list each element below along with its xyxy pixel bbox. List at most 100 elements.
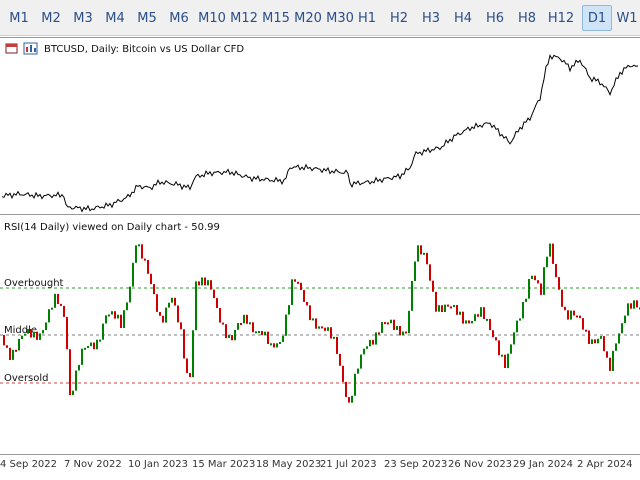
- rsi-bar: [195, 281, 197, 331]
- timeframe-w1-button[interactable]: W1: [614, 5, 640, 31]
- rsi-bar: [153, 284, 155, 295]
- rsi-chart-svg: RSI(14 Daily) viewed on Daily chart - 50…: [0, 222, 640, 403]
- rsi-bar: [276, 343, 278, 348]
- rsi-bar: [96, 339, 98, 350]
- rsi-bar: [441, 305, 443, 312]
- rsi-bar: [51, 307, 53, 310]
- rsi-bar: [252, 322, 254, 333]
- rsi-bar: [351, 395, 353, 403]
- rsi-bar: [384, 322, 386, 325]
- rsi-bar: [507, 353, 509, 369]
- rsi-bar: [63, 305, 65, 317]
- rsi-bar: [321, 326, 323, 329]
- rsi-bar: [597, 338, 599, 344]
- rsi-bar: [396, 326, 398, 330]
- rsi-bar: [492, 330, 494, 338]
- rsi-bar: [435, 291, 437, 312]
- rsi-bar: [21, 335, 23, 339]
- rsi-bar: [375, 332, 377, 345]
- rsi-bar: [255, 331, 257, 334]
- rsi-bar: [291, 279, 293, 305]
- rsi-bar: [474, 314, 476, 321]
- timeframe-m6-button[interactable]: M6: [164, 5, 194, 31]
- rsi-bar: [348, 397, 350, 403]
- rsi-bar: [177, 305, 179, 323]
- time-axis: 4 Sep 2022 7 Nov 2022 10 Jan 2023 15 Mar 20…: [0, 455, 640, 480]
- rsi-bar: [303, 290, 305, 302]
- rsi-bar: [462, 311, 464, 324]
- rsi-bar: [330, 327, 332, 339]
- date-label: 23 Sep 2023: [384, 459, 448, 470]
- rsi-bar: [366, 346, 368, 349]
- rsi-bar: [45, 322, 47, 331]
- timeframe-toolbar: M1 M2 M3 M4 M5 M6 M10 M12 M15 M20 M30 H1 H2 H3 H4 H6 H8 H…: [0, 0, 640, 36]
- rsi-bar: [429, 264, 431, 281]
- rsi-bar: [438, 305, 440, 312]
- rsi-bar: [555, 264, 557, 278]
- rsi-bar: [60, 303, 62, 306]
- rsi-bar: [387, 322, 389, 325]
- timeframe-m5-button[interactable]: M5: [132, 5, 162, 31]
- symbol-properties-icon[interactable]: [23, 42, 38, 55]
- timeframe-h12-button[interactable]: H12: [544, 5, 578, 31]
- rsi-bar: [288, 305, 290, 315]
- rsi-bar: [48, 309, 50, 323]
- rsi-bar: [204, 277, 206, 286]
- rsi-bar: [501, 354, 503, 357]
- rsi-bar: [297, 281, 299, 284]
- rsi-bar: [198, 281, 200, 286]
- timeframe-m3-button[interactable]: M3: [68, 5, 98, 31]
- rsi-bar: [219, 308, 221, 323]
- date-label: 18 May 2023: [256, 459, 322, 470]
- timeframe-m4-button[interactable]: M4: [100, 5, 130, 31]
- oversold-label: Oversold: [4, 373, 49, 384]
- rsi-bar: [627, 303, 629, 316]
- rsi-bar: [126, 302, 128, 311]
- rsi-bar: [234, 329, 236, 341]
- rsi-bar: [564, 306, 566, 311]
- rsi-bar: [411, 281, 413, 311]
- timeframe-h3-button[interactable]: H3: [416, 5, 446, 31]
- rsi-bar: [225, 324, 227, 339]
- rsi-bar: [495, 337, 497, 341]
- rsi-bar: [588, 330, 590, 344]
- rsi-bar: [417, 245, 419, 262]
- timeframe-h8-button[interactable]: H8: [512, 5, 542, 31]
- rsi-bar: [54, 293, 56, 308]
- timeframe-m15-button[interactable]: M15: [260, 5, 292, 31]
- date-label: 10 Jan 2023: [128, 459, 188, 470]
- rsi-bar: [450, 306, 452, 309]
- timeframe-h4-button[interactable]: H4: [448, 5, 478, 31]
- rsi-bar: [567, 310, 569, 320]
- rsi-bar: [108, 314, 110, 317]
- rsi-bar: [342, 365, 344, 382]
- rsi-bar: [216, 298, 218, 308]
- date-label: 21 Jul 2023: [320, 459, 377, 470]
- rsi-bar: [18, 338, 20, 351]
- timeframe-m1-button[interactable]: M1: [4, 5, 34, 31]
- rsi-bar: [207, 280, 209, 286]
- timeframe-m20-button[interactable]: M20: [292, 5, 324, 31]
- timeframe-h6-button[interactable]: H6: [480, 5, 510, 31]
- rsi-panel[interactable]: RSI(14 Daily) viewed on Daily chart - 50…: [0, 217, 640, 455]
- rsi-bar: [228, 335, 230, 338]
- timeframe-m10-button[interactable]: M10: [196, 5, 228, 31]
- rsi-bar: [156, 294, 158, 312]
- rsi-bar: [486, 318, 488, 321]
- timeframe-m2-button[interactable]: M2: [36, 5, 66, 31]
- rsi-bar: [93, 342, 95, 350]
- chart-window-icon[interactable]: [5, 43, 18, 54]
- rsi-bar: [540, 283, 542, 295]
- rsi-bar: [612, 350, 614, 371]
- rsi-bar: [510, 344, 512, 354]
- rsi-bar: [633, 300, 635, 309]
- timeframe-m12-button[interactable]: M12: [228, 5, 260, 31]
- timeframe-h2-button[interactable]: H2: [384, 5, 414, 31]
- rsi-bar: [6, 345, 8, 348]
- timeframe-d1-button[interactable]: D1: [582, 5, 612, 31]
- price-line: [1, 54, 639, 213]
- rsi-bar: [408, 310, 410, 334]
- rsi-bar: [120, 314, 122, 328]
- timeframe-h1-button[interactable]: H1: [352, 5, 382, 31]
- price-chart-panel[interactable]: BTCUSD, Daily: Bitcoin vs US Dollar CFD: [0, 37, 640, 215]
